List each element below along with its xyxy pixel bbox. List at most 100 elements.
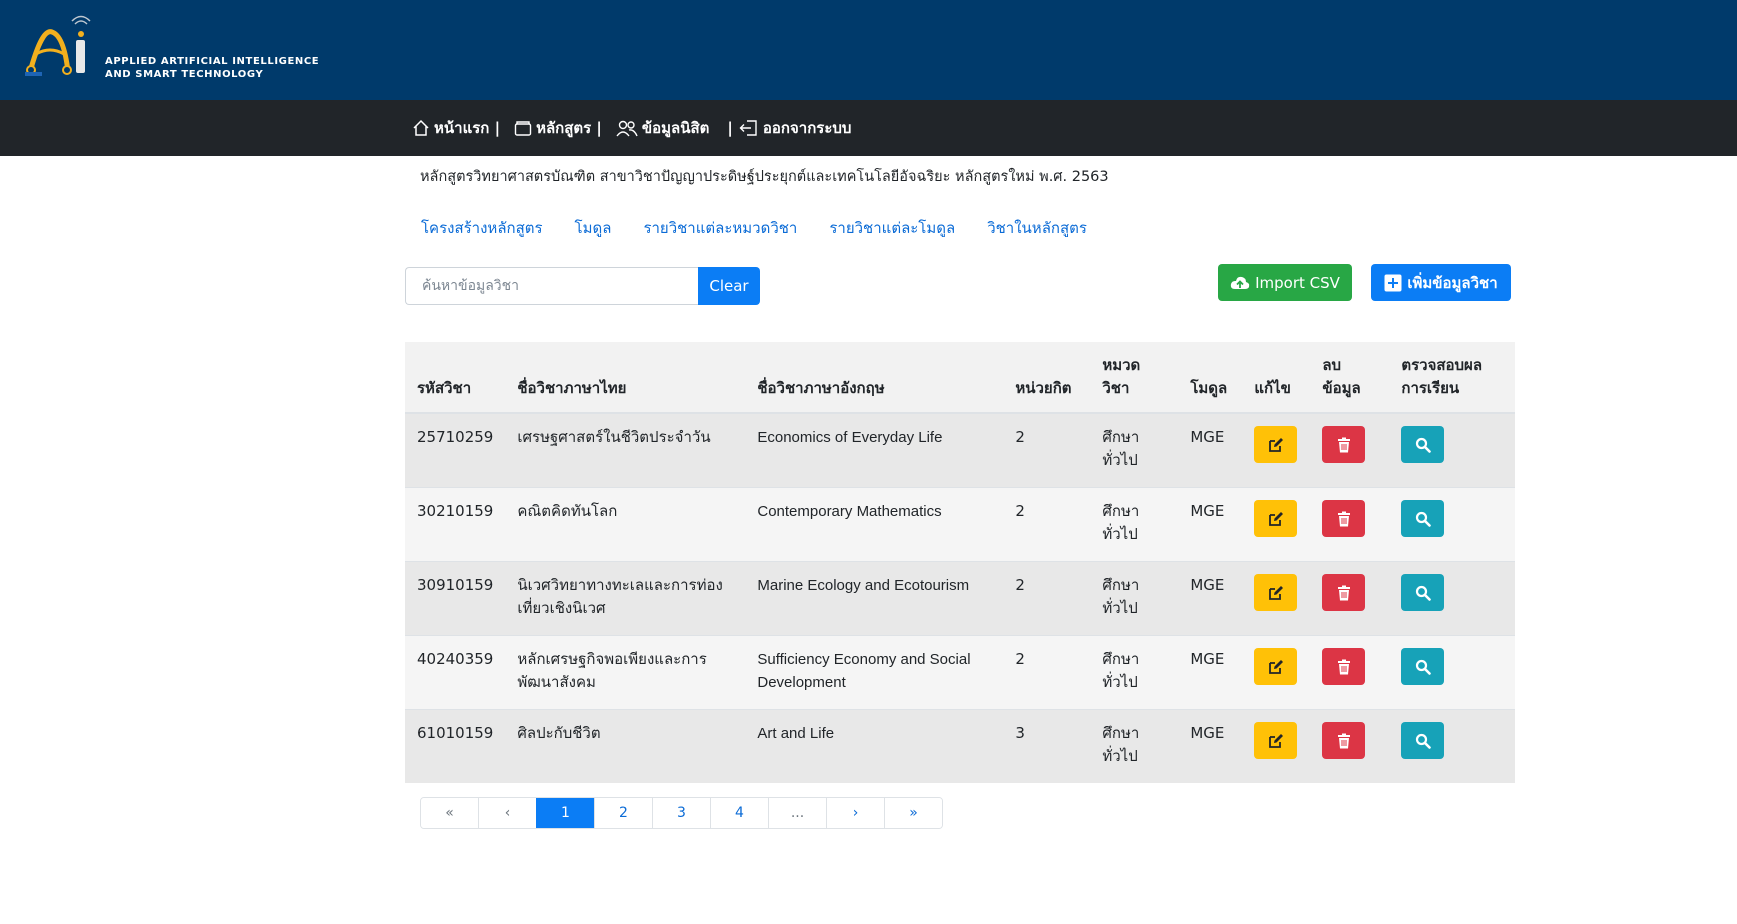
cell-name-en: Economics of Everyday Life [745, 412, 1004, 488]
search-bar: Clear [405, 267, 760, 305]
tab-curriculum-structure[interactable]: โครงสร้างหลักสูตร [421, 216, 543, 240]
tab-courses-by-module[interactable]: รายวิชาแต่ละโมดูล [829, 216, 955, 240]
cell-edit [1242, 635, 1311, 710]
edit-icon [1268, 511, 1283, 526]
nav-item-home[interactable]: หน้าแรก | [412, 116, 500, 140]
view-results-button[interactable] [1401, 500, 1445, 537]
cell-category: ศึกษา ทั่วไป [1090, 487, 1179, 562]
tab-courses-in-curriculum[interactable]: วิชาในหลักสูตร [987, 216, 1087, 240]
trash-icon [1337, 511, 1350, 526]
cell-module: MGE [1178, 487, 1243, 562]
search-icon [1415, 511, 1431, 527]
nav-item-students[interactable]: ข้อมูลนิสิต [616, 116, 709, 140]
trash-icon [1337, 585, 1350, 600]
delete-button[interactable] [1322, 426, 1366, 463]
cell-category: ศึกษา ทั่วไป [1090, 412, 1179, 488]
delete-button[interactable] [1322, 722, 1366, 759]
cell-module: MGE [1178, 709, 1243, 783]
edit-icon [1268, 659, 1283, 674]
delete-button[interactable] [1322, 500, 1366, 537]
plus-square-icon [1384, 274, 1402, 291]
cell-check [1389, 561, 1515, 636]
cell-credits: 2 [1003, 561, 1091, 636]
cell-check [1389, 709, 1515, 783]
cell-credits: 2 [1003, 487, 1091, 562]
cell-delete [1310, 709, 1390, 783]
cell-delete [1310, 561, 1390, 636]
cell-name-en: Contemporary Mathematics [745, 487, 1004, 562]
page-3[interactable]: 3 [652, 798, 710, 828]
col-header-credits: หน่วยกิต [1003, 342, 1091, 414]
cell-code: 61010159 [405, 709, 506, 783]
nav-separator: | [727, 119, 733, 137]
search-input[interactable] [405, 267, 698, 305]
col-header-name-en: ชื่อวิชาภาษาอังกฤษ [745, 342, 1004, 414]
view-results-button[interactable] [1401, 426, 1445, 463]
cell-module: MGE [1178, 412, 1243, 488]
view-results-button[interactable] [1401, 648, 1445, 685]
search-icon [1415, 659, 1431, 675]
add-course-label: เพิ่มข้อมูลวิชา [1407, 273, 1498, 292]
clear-button[interactable]: Clear [698, 267, 760, 305]
cell-category: ศึกษา ทั่วไป [1090, 709, 1179, 783]
cell-name-th: นิเวศวิทยาทางทะเลและการท่อง เที่ยวเชิงนิ… [505, 561, 746, 636]
search-icon [1415, 585, 1431, 601]
page-last[interactable]: » [884, 798, 942, 828]
view-results-button[interactable] [1401, 574, 1445, 611]
col-header-delete: ลบ ข้อมูล [1310, 342, 1390, 414]
edit-button[interactable] [1254, 426, 1298, 463]
tab-bar: โครงสร้างหลักสูตร โมดูล รายวิชาแต่ละหมวด… [421, 216, 1119, 240]
cell-edit [1242, 709, 1311, 783]
delete-button[interactable] [1322, 574, 1366, 611]
edit-button[interactable] [1254, 722, 1298, 759]
cell-edit [1242, 487, 1311, 562]
cell-delete [1310, 487, 1390, 562]
cell-name-th: คณิตคิดทันโลก [505, 487, 746, 562]
trash-icon [1337, 437, 1350, 452]
main-navbar [0, 100, 1737, 156]
top-header: APPLIED ARTIFICIAL INTELLIGENCE AND SMAR… [0, 0, 1737, 100]
cell-module: MGE [1178, 635, 1243, 710]
col-header-name-th: ชื่อวิชาภาษาไทย [505, 342, 746, 414]
edit-button[interactable] [1254, 648, 1298, 685]
cloud-upload-icon [1230, 276, 1250, 289]
tab-modules[interactable]: โมดูล [575, 216, 612, 240]
page-next[interactable]: › [826, 798, 884, 828]
brand-line-1: APPLIED ARTIFICIAL INTELLIGENCE [105, 56, 320, 67]
table-row: 61010159 ศิลปะกับชีวิต Art and Life 3 ศึ… [405, 709, 1515, 783]
tab-courses-by-category[interactable]: รายวิชาแต่ละหมวดวิชา [643, 216, 797, 240]
cell-code: 30210159 [405, 487, 506, 562]
nav-item-logout[interactable]: ออกจากระบบ [739, 116, 851, 140]
page-2[interactable]: 2 [594, 798, 652, 828]
col-header-code: รหัสวิชา [405, 342, 506, 414]
cell-check [1389, 487, 1515, 562]
add-course-button[interactable]: เพิ่มข้อมูลวิชา [1371, 264, 1511, 301]
import-csv-button[interactable]: Import CSV [1218, 264, 1352, 301]
wallet-icon [514, 121, 532, 136]
nav-item-curriculum[interactable]: หลักสูตร | [514, 116, 602, 140]
col-header-module: โมดูล [1178, 342, 1243, 414]
edit-button[interactable] [1254, 574, 1298, 611]
page-first[interactable]: « [421, 798, 478, 828]
cell-code: 30910159 [405, 561, 506, 636]
cell-name-th: หลักเศรษฐกิจพอเพียงและการ พัฒนาสังคม [505, 635, 746, 710]
cell-code: 25710259 [405, 412, 506, 488]
view-results-button[interactable] [1401, 722, 1445, 759]
trash-icon [1337, 733, 1350, 748]
page-4[interactable]: 4 [710, 798, 768, 828]
cell-name-en: Sufficiency Economy and Social Developme… [745, 635, 1004, 710]
cell-module: MGE [1178, 561, 1243, 636]
cell-edit [1242, 561, 1311, 636]
nav-item-home-label: หน้าแรก | [434, 119, 501, 137]
edit-button[interactable] [1254, 500, 1298, 537]
search-icon [1415, 733, 1431, 749]
col-header-category: หมวด วิชา [1090, 342, 1179, 414]
cell-code: 40240359 [405, 635, 506, 710]
cell-delete [1310, 635, 1390, 710]
delete-button[interactable] [1322, 648, 1366, 685]
program-title: หลักสูตรวิทยาศาสตรบัณฑิต สาขาวิชาปัญญาปร… [420, 169, 1109, 185]
page-prev[interactable]: ‹ [478, 798, 536, 828]
page-1[interactable]: 1 [536, 798, 594, 828]
table-row: 30210159 คณิตคิดทันโลก Contemporary Math… [405, 487, 1515, 562]
col-header-check-results: ตรวจสอบผล การเรียน [1389, 342, 1515, 414]
